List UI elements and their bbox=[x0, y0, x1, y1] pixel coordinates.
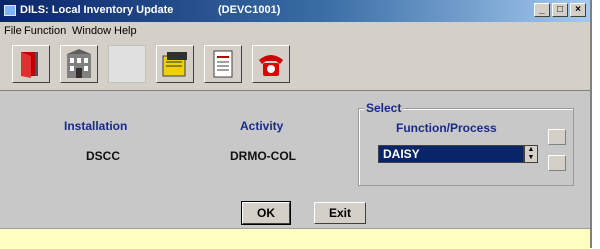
installation-value: DSCC bbox=[86, 149, 121, 163]
toolbar-folder-button[interactable] bbox=[156, 45, 194, 83]
toolbar-building-button[interactable] bbox=[60, 45, 98, 83]
menu-bar: File Function Window Help bbox=[0, 22, 590, 40]
function-process-label: Function/Process bbox=[396, 121, 497, 135]
folder-note-icon bbox=[162, 52, 187, 77]
toolbar-exit-button[interactable] bbox=[12, 45, 50, 83]
window-subtitle: (DEVC1001) bbox=[218, 4, 281, 16]
activity-label: Activity bbox=[240, 119, 284, 133]
building-icon bbox=[67, 49, 91, 78]
function-process-dropdown[interactable]: DAISY bbox=[378, 145, 524, 163]
form-panel: Installation DSCC Activity DRMO-COL Sele… bbox=[0, 91, 590, 228]
report-form-icon bbox=[213, 50, 233, 78]
installation-label: Installation bbox=[64, 119, 128, 133]
side-checkbox-bottom[interactable] bbox=[548, 155, 566, 171]
telephone-icon bbox=[259, 55, 283, 76]
minimize-button[interactable]: _ bbox=[534, 3, 550, 17]
menu-file[interactable]: File bbox=[4, 25, 22, 37]
activity-value: DRMO-COL bbox=[230, 149, 296, 163]
toolbar-blank-button[interactable] bbox=[108, 45, 146, 83]
toolbar bbox=[0, 40, 590, 91]
close-button[interactable]: × bbox=[570, 3, 586, 17]
maximize-button[interactable]: □ bbox=[552, 3, 568, 17]
function-process-spinner[interactable]: ▲ ▼ bbox=[524, 145, 538, 163]
menu-window[interactable]: Window bbox=[72, 25, 111, 37]
exit-door-icon bbox=[21, 52, 38, 78]
select-legend: Select bbox=[364, 101, 404, 115]
application-window: DILS: Local Inventory Update (DEVC1001) … bbox=[0, 0, 592, 249]
menu-help[interactable]: Help bbox=[114, 25, 137, 37]
toolbar-report-button[interactable] bbox=[204, 45, 242, 83]
window-title: DILS: Local Inventory Update bbox=[20, 4, 174, 16]
status-bar bbox=[0, 228, 590, 249]
app-icon bbox=[4, 5, 16, 16]
side-checkbox-top[interactable] bbox=[548, 129, 566, 145]
menu-function[interactable]: Function bbox=[24, 25, 66, 37]
title-bar[interactable]: DILS: Local Inventory Update (DEVC1001) … bbox=[0, 0, 590, 22]
toolbar-phone-button[interactable] bbox=[252, 45, 290, 83]
exit-button[interactable]: Exit bbox=[314, 202, 366, 224]
window-controls: _ □ × bbox=[534, 3, 586, 17]
ok-button[interactable]: OK bbox=[241, 201, 291, 225]
